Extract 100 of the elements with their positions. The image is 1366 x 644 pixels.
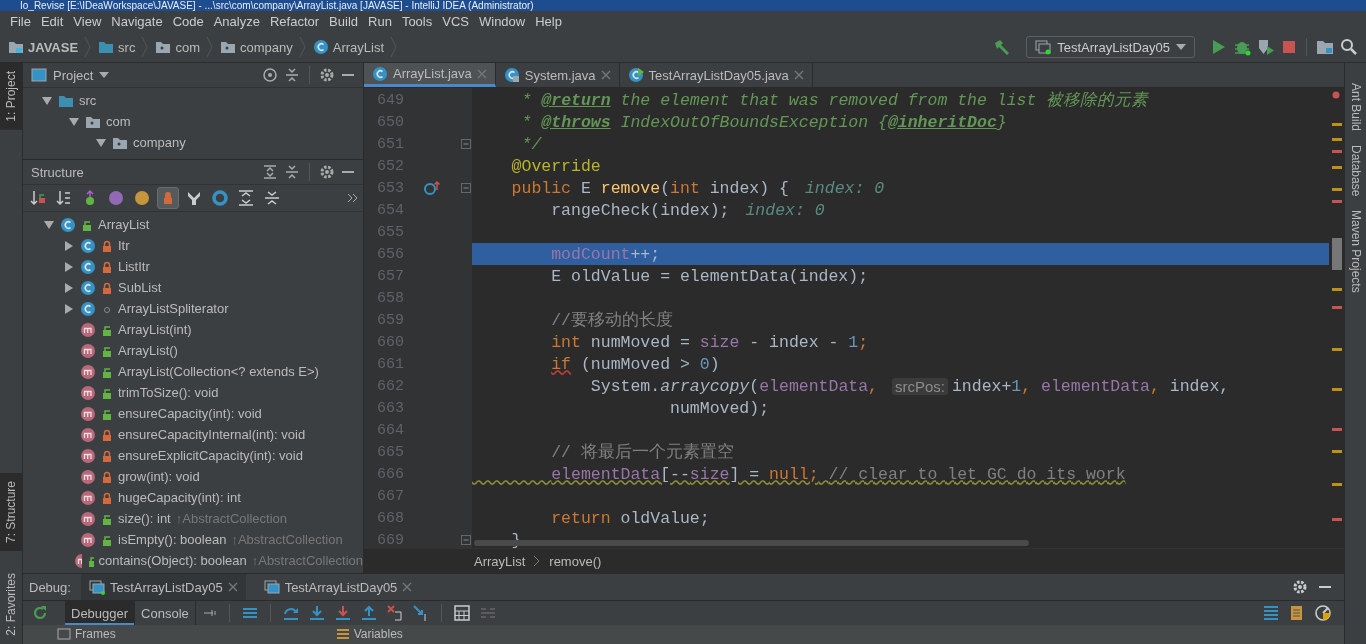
fold-icon[interactable] xyxy=(461,535,471,545)
tree-item[interactable]: size(): int xyxy=(118,511,171,526)
implements-marker-icon[interactable] xyxy=(423,180,441,196)
menu-item[interactable]: Edit xyxy=(35,14,69,29)
tree-item[interactable]: ArrayList(Collection<? extends E>) xyxy=(118,364,319,379)
menu-item[interactable]: Refactor xyxy=(264,14,325,29)
tool-window-tab[interactable]: Ant Build xyxy=(1345,83,1366,132)
stop-icon[interactable] xyxy=(1281,39,1297,55)
step-out-icon[interactable] xyxy=(359,604,378,622)
shield-run-icon[interactable] xyxy=(1257,38,1275,56)
tree-item[interactable]: ensureCapacityInternal(int): void xyxy=(118,427,306,442)
settings-icon[interactable] xyxy=(319,164,335,180)
menu-item[interactable]: Help xyxy=(530,14,567,29)
menu-item[interactable]: Window xyxy=(473,14,531,29)
panel-title[interactable]: Project xyxy=(53,67,94,83)
expand-arrow-icon[interactable] xyxy=(68,116,80,127)
editor-tab[interactable]: TestArrayListDay05.java xyxy=(619,63,813,87)
tree-item[interactable]: Itr xyxy=(118,238,130,253)
method-icon xyxy=(80,321,96,338)
tree-item[interactable]: hugeCapacity(int): int xyxy=(118,490,241,505)
tool-window-tab[interactable]: Database xyxy=(1345,145,1366,197)
toolbar-toggle[interactable] xyxy=(209,187,231,209)
tree-item[interactable]: ensureExplicitCapacity(int): void xyxy=(118,448,303,463)
unlocked-icon xyxy=(81,218,93,231)
expand-arrow-icon[interactable] xyxy=(95,137,107,148)
expand-all-icon[interactable] xyxy=(262,164,278,180)
close-icon[interactable] xyxy=(227,582,238,592)
breadcrumb-item[interactable]: com xyxy=(155,39,200,55)
rerun-icon[interactable] xyxy=(31,604,49,622)
menu-item[interactable]: VCS xyxy=(437,14,474,29)
tree-item[interactable]: com xyxy=(106,114,131,129)
breadcrumb-item[interactable]: ArrayList xyxy=(312,39,385,55)
menu-item[interactable]: Analyze xyxy=(208,14,265,29)
gauge-icon[interactable] xyxy=(1314,604,1332,622)
tool-window-tab[interactable]: 7: Structure xyxy=(0,473,22,552)
folder-icon[interactable] xyxy=(1316,39,1334,55)
tool-window-tab[interactable]: Maven Projects xyxy=(1345,210,1366,294)
menu-item[interactable]: Navigate xyxy=(106,14,168,29)
collapse-all-icon[interactable] xyxy=(284,164,300,180)
tree-item[interactable]: src xyxy=(79,93,97,108)
expand-arrow-icon[interactable] xyxy=(63,282,75,293)
search-icon[interactable] xyxy=(1340,38,1358,56)
run-configuration-dropdown[interactable]: TestArrayListDay05 xyxy=(1026,36,1195,58)
expand-arrow-icon[interactable] xyxy=(63,240,75,251)
expand-arrow-icon[interactable] xyxy=(63,303,75,314)
tree-item[interactable]: ArrayListSpliterator xyxy=(118,301,229,316)
tree-item[interactable]: ensureCapacity(int): void xyxy=(118,406,262,421)
menu-item[interactable]: View xyxy=(68,14,107,29)
application-icon xyxy=(263,579,280,595)
menu-item[interactable]: File xyxy=(5,14,36,29)
list-icon[interactable] xyxy=(1262,604,1280,622)
debug-session-tab[interactable]: TestArrayListDay05 xyxy=(80,574,246,600)
toolbar-toggle[interactable] xyxy=(157,187,179,209)
tree-item[interactable]: contains(Object): boolean xyxy=(98,553,247,568)
tree-item[interactable]: grow(int): void xyxy=(118,469,200,484)
target-icon[interactable] xyxy=(262,67,278,83)
method-icon xyxy=(80,342,96,359)
close-icon[interactable] xyxy=(793,70,804,80)
tree-item[interactable]: isEmpty(): boolean xyxy=(118,532,227,547)
menu-item[interactable]: Run xyxy=(363,14,397,29)
expand-arrow-icon[interactable] xyxy=(41,95,53,106)
code-text: int numMoved = size - index - 1; xyxy=(550,332,869,352)
editor-tab[interactable]: System.java xyxy=(495,63,620,87)
settings-icon[interactable] xyxy=(1292,579,1308,595)
breadcrumb-item[interactable]: remove() xyxy=(549,553,602,569)
step-into-icon[interactable] xyxy=(307,604,326,622)
fold-icon[interactable] xyxy=(461,183,471,193)
pin-icon[interactable] xyxy=(203,608,218,618)
close-icon[interactable] xyxy=(600,70,611,80)
debugger-tab[interactable]: Debugger xyxy=(65,601,136,625)
tree-item[interactable]: company xyxy=(133,135,186,150)
caret-icon[interactable] xyxy=(99,72,110,78)
menu-item[interactable]: Build xyxy=(324,14,363,29)
tree-item[interactable]: ArrayList() xyxy=(118,343,178,358)
breadcrumb-item[interactable]: JAVASE xyxy=(8,39,79,55)
settings-icon[interactable] xyxy=(319,67,335,83)
collapse-all-icon[interactable] xyxy=(284,67,300,83)
breadcrumb-item[interactable]: src xyxy=(98,39,136,55)
fold-icon[interactable] xyxy=(461,139,471,149)
tree-item[interactable]: ArrayList(int) xyxy=(118,322,192,337)
close-icon[interactable] xyxy=(402,582,413,592)
calculator-icon[interactable] xyxy=(452,604,471,622)
tool-window-tab[interactable]: 2: Favorites xyxy=(0,565,22,644)
tree-item[interactable]: SubList xyxy=(118,280,162,295)
tree-item[interactable]: ListItr xyxy=(118,259,150,274)
breadcrumb-item[interactable]: company xyxy=(220,39,293,55)
tree-item[interactable]: trimToSize(): void xyxy=(118,385,219,400)
editor-tab[interactable]: ArrayList.java xyxy=(364,63,496,87)
tool-window-tab[interactable]: 1: Project xyxy=(0,63,22,130)
expand-arrow-icon[interactable] xyxy=(63,261,75,272)
more-icon[interactable] xyxy=(347,193,359,203)
debug-session-tab[interactable]: TestArrayListDay05 xyxy=(255,574,421,600)
tree-item[interactable]: ArrayList xyxy=(98,217,150,232)
sort-icon xyxy=(29,189,47,207)
menu-item[interactable]: Tools xyxy=(396,14,438,29)
menu-item[interactable]: Code xyxy=(167,14,209,29)
breadcrumb-item[interactable]: ArrayList xyxy=(474,553,526,569)
force-step-into-icon[interactable] xyxy=(333,604,352,622)
drop-frame-icon[interactable] xyxy=(385,604,404,622)
expand-arrow-icon[interactable] xyxy=(43,219,55,230)
